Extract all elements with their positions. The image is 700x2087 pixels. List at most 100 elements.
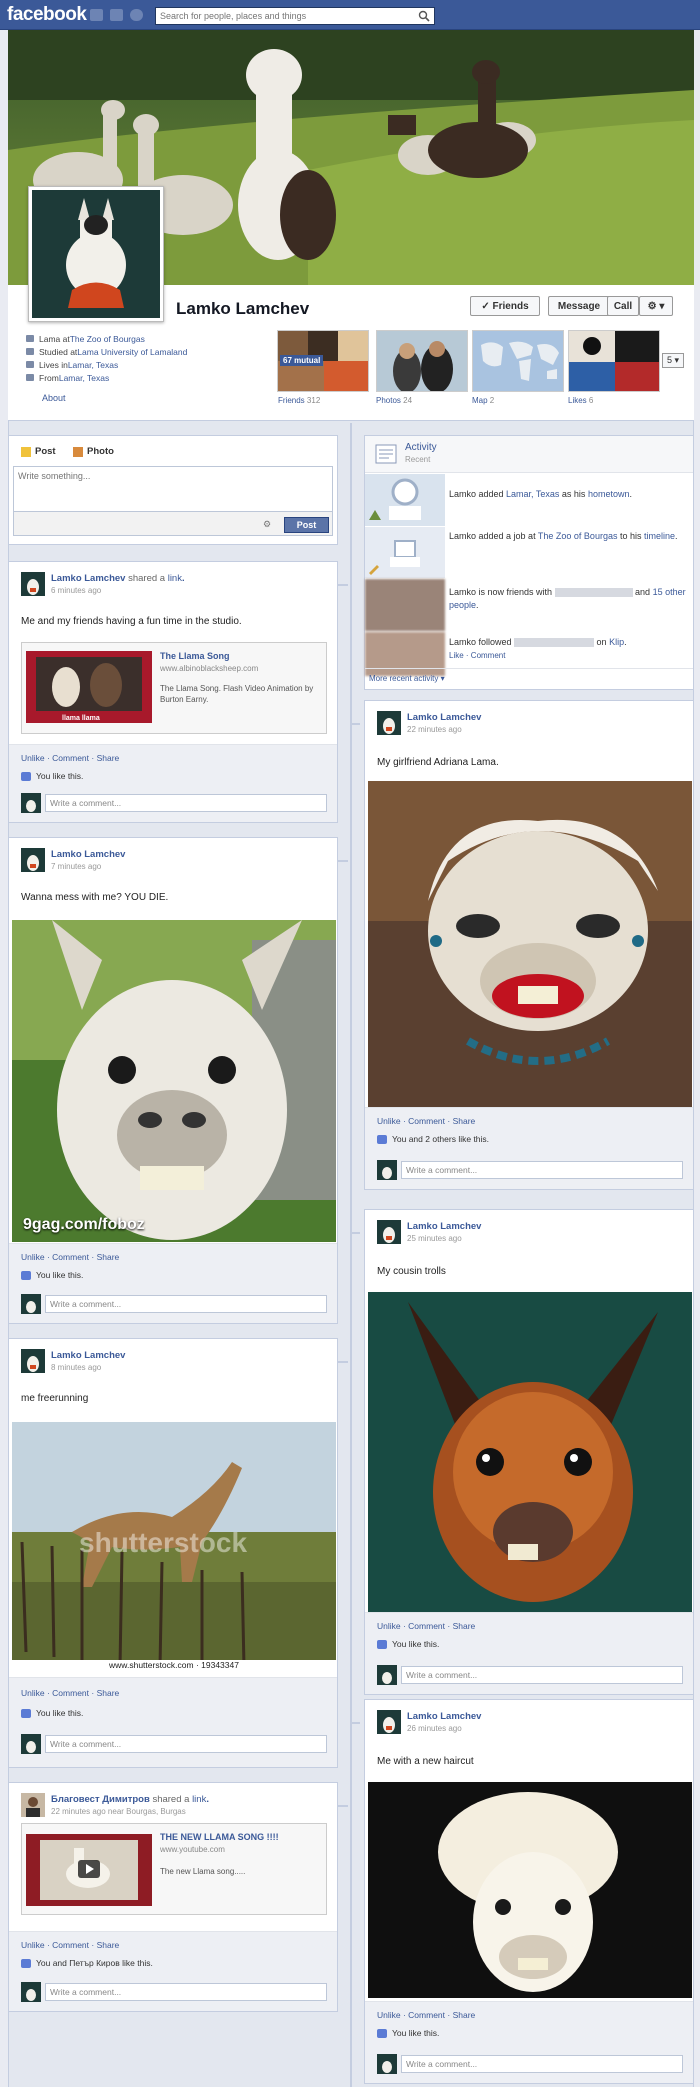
info-label: From [39, 372, 59, 383]
avatar [21, 1982, 41, 2002]
map-tile[interactable] [472, 330, 564, 392]
post-actions[interactable]: Unlike · Comment · Share [377, 1621, 475, 1631]
post-footer: Unlike · Comment · Share You like this. … [9, 1677, 337, 1767]
avatar[interactable] [377, 1220, 401, 1244]
status-input[interactable] [13, 466, 333, 512]
photo-watermark: shutterstock [79, 1527, 248, 1558]
link-preview[interactable]: THE NEW LLAMA SONG !!!! www.youtube.com … [21, 1823, 327, 1915]
photos-tile[interactable] [376, 330, 468, 392]
avatar[interactable] [21, 1349, 45, 1373]
post-author[interactable]: Lamko Lamchev [51, 849, 125, 860]
map-tile-label[interactable]: Map 2 [472, 396, 494, 405]
avatar[interactable] [21, 1793, 45, 1817]
activity-log-icon [375, 444, 397, 464]
post-timestamp[interactable]: 26 minutes ago [407, 1724, 462, 1733]
top-bar: facebook [0, 0, 700, 30]
post-actions[interactable]: Unlike · Comment · Share [21, 1940, 119, 1950]
avatar[interactable] [377, 711, 401, 735]
education-link[interactable]: Lama University of Lamaland [77, 347, 187, 357]
profile-picture[interactable] [28, 186, 164, 322]
post-actions[interactable]: Unlike · Comment · Share [21, 753, 119, 763]
post-timestamp[interactable]: 8 minutes ago [51, 1363, 101, 1372]
activity-like-comment[interactable]: Like · Comment [449, 651, 505, 660]
settings-dropdown-button[interactable]: ⚙ ▾ [639, 296, 673, 316]
notifications-icon[interactable] [130, 9, 143, 21]
comment-input[interactable]: Write a comment... [45, 1983, 327, 2001]
comment-input[interactable]: Write a comment... [401, 1666, 683, 1684]
like-icon [21, 771, 31, 781]
more-activity-link[interactable]: More recent activity ▾ [369, 674, 445, 683]
like-icon [21, 1958, 31, 1968]
work-link[interactable]: The Zoo of Bourgas [70, 334, 145, 344]
friends-tile-label[interactable]: Friends 312 [278, 396, 320, 405]
post-author[interactable]: Lamko Lamchev [407, 1711, 481, 1722]
about-link[interactable]: About [42, 393, 66, 403]
avatar [377, 2054, 397, 2074]
post-photo[interactable] [12, 920, 336, 1242]
post-author[interactable]: Lamko Lamchev shared a link. [51, 573, 185, 584]
post-timestamp[interactable]: 7 minutes ago [51, 862, 101, 871]
avatar[interactable] [21, 848, 45, 872]
post-timestamp[interactable]: 22 minutes ago near Bourgas, Burgas [51, 1807, 186, 1816]
search-icon[interactable] [418, 10, 430, 22]
photos-tile-label[interactable]: Photos 24 [376, 396, 412, 405]
avatar[interactable] [377, 1710, 401, 1734]
post-author[interactable]: Lamko Lamchev [407, 712, 481, 723]
activity-item-job: Lamko added a job at The Zoo of Bourgas … [449, 531, 678, 541]
comment-input[interactable]: Write a comment... [45, 1295, 327, 1313]
link-preview[interactable]: llama llama The Llama Song www.albinobla… [21, 642, 327, 734]
tiles-expand-button[interactable]: 5 ▾ [662, 353, 684, 368]
friend-requests-icon[interactable] [90, 9, 103, 21]
from-link[interactable]: Lamar, Texas [59, 373, 109, 383]
privacy-icon[interactable]: ⚙ [263, 519, 271, 530]
post-timestamp[interactable]: 25 minutes ago [407, 1234, 462, 1243]
photo-watermark: 9gag.com/foboz [23, 1216, 145, 1233]
post-timestamp[interactable]: 6 minutes ago [51, 586, 101, 595]
post-actions[interactable]: Unlike · Comment · Share [377, 1116, 475, 1126]
search-input[interactable] [156, 8, 406, 24]
likes-summary: You and Петър Киров like this. [21, 1958, 153, 1968]
message-button[interactable]: Message [548, 296, 610, 316]
avatar [21, 1734, 41, 1754]
post-timestamp[interactable]: 22 minutes ago [407, 725, 462, 734]
friends-tile[interactable]: 67 mutual [277, 330, 369, 392]
work-row: Lama at The Zoo of Bourgas [26, 332, 266, 345]
comment-input[interactable]: Write a comment... [401, 1161, 683, 1179]
call-button[interactable]: Call [607, 296, 639, 316]
comment-input[interactable]: Write a comment... [45, 794, 327, 812]
facebook-logo[interactable]: facebook [7, 4, 87, 26]
play-icon[interactable] [78, 1860, 100, 1878]
likes-tile-label[interactable]: Likes 6 [568, 396, 593, 405]
post-author[interactable]: Благовест Димитров shared a link. [51, 1794, 209, 1805]
post-text: My girlfriend Adriana Lama. [377, 757, 499, 768]
post-actions[interactable]: Unlike · Comment · Share [21, 1688, 119, 1698]
avatar [377, 1160, 397, 1180]
likes-tile[interactable] [568, 330, 660, 392]
post-actions[interactable]: Unlike · Comment · Share [377, 2010, 475, 2020]
photo-tab[interactable]: Photo [73, 446, 114, 457]
post-card: Lamko Lamchev 8 minutes ago me freerunni… [8, 1338, 338, 1768]
post-actions[interactable]: Unlike · Comment · Share [21, 1252, 119, 1262]
link-title[interactable]: THE NEW LLAMA SONG !!!! [160, 1832, 279, 1842]
activity-item-friends: Lamko is now friends with and 15 other p… [449, 587, 686, 610]
avatar[interactable] [21, 572, 45, 596]
blurred-name [554, 588, 633, 598]
lives-link[interactable]: Lamar, Texas [68, 360, 118, 370]
activity-title[interactable]: Activity [405, 442, 437, 453]
post-tab[interactable]: Post [21, 446, 56, 457]
comment-input[interactable]: Write a comment... [401, 2055, 683, 2073]
post-author[interactable]: Lamko Lamchev [407, 1221, 481, 1232]
link-title[interactable]: The Llama Song [160, 651, 230, 661]
post-author[interactable]: Lamko Lamchev [51, 1350, 125, 1361]
link-description: The new Llama song..... [160, 1867, 246, 1876]
post-photo[interactable] [368, 1292, 692, 1614]
post-photo[interactable] [368, 781, 692, 1107]
friends-button[interactable]: ✓ Friends [470, 296, 540, 316]
timeline-spine [350, 423, 352, 2087]
mutual-friends-badge: 67 mutual [280, 355, 324, 366]
post-photo[interactable] [368, 1782, 692, 1998]
post-button[interactable]: Post [284, 517, 329, 533]
link-thumbnail [26, 651, 152, 723]
messages-icon[interactable] [110, 9, 123, 21]
comment-input[interactable]: Write a comment... [45, 1735, 327, 1753]
